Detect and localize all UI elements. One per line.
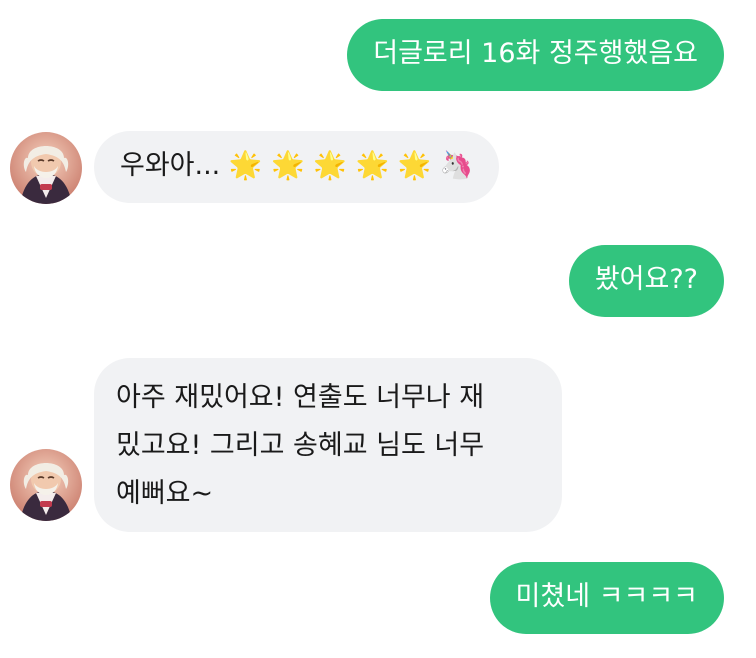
message-text: 봤어요??: [594, 264, 698, 295]
received-message-bubble[interactable]: 아주 재밌어요! 연출도 너무나 재 밌고요! 그리고 송혜교 님도 너무 예뻐…: [94, 358, 562, 532]
message-text: 더글로리 16화 정주행했음요: [373, 38, 698, 69]
message-text-line: 밌고요! 그리고 송혜교 님도 너무: [116, 430, 485, 461]
message-text: 우와아... 🌟 🌟 🌟 🌟 🌟 🦄: [120, 150, 474, 181]
message-text: 미쳤네 ㅋㅋㅋㅋ: [515, 581, 698, 612]
sent-message-bubble[interactable]: 미쳤네 ㅋㅋㅋㅋ: [489, 562, 724, 634]
sent-message-bubble[interactable]: 봤어요??: [568, 245, 724, 317]
elderly-sage-avatar-icon: [10, 449, 82, 521]
chat-thread: 더글로리 16화 정주행했음요 우와아... 🌟 🌟 🌟 🌟 🌟 🦄 봤어요??…: [0, 0, 756, 658]
received-message-bubble[interactable]: 우와아... 🌟 🌟 🌟 🌟 🌟 🦄: [94, 131, 500, 203]
avatar-icon[interactable]: [10, 449, 82, 521]
sent-message-bubble[interactable]: 더글로리 16화 정주행했음요: [347, 19, 724, 91]
elderly-sage-avatar-icon: [10, 132, 82, 204]
avatar-icon[interactable]: [10, 132, 82, 204]
message-text-line: 아주 재밌어요! 연출도 너무나 재: [116, 382, 485, 413]
message-text-line: 예뻐요~: [116, 478, 214, 509]
